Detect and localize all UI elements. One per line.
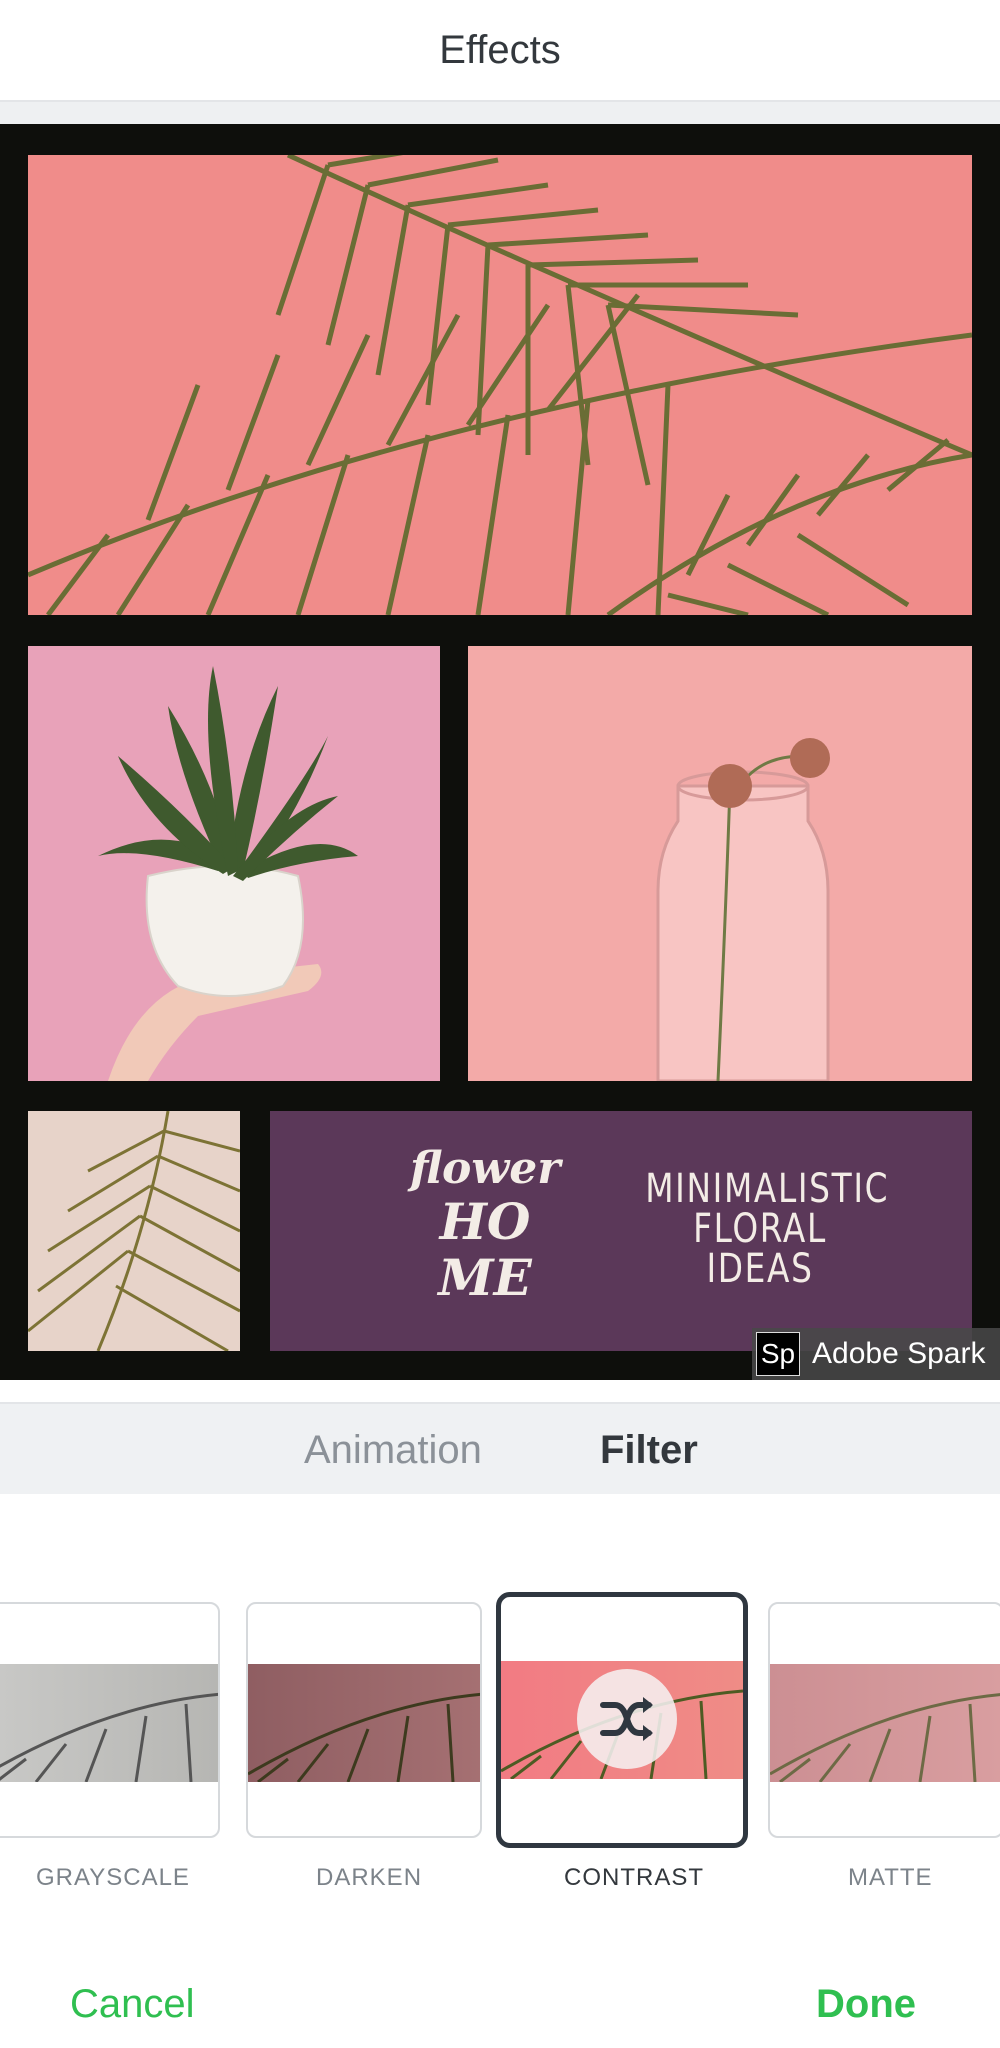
filter-label: GRAYSCALE bbox=[36, 1864, 190, 1891]
shuffle-icon[interactable] bbox=[577, 1669, 677, 1769]
divider bbox=[0, 1380, 1000, 1402]
done-button[interactable]: Done bbox=[816, 1982, 916, 2027]
filter-list[interactable]: GRAYSCALE DARKEN CONTRAST MATTE bbox=[0, 1592, 1000, 1892]
filter-matte[interactable] bbox=[768, 1602, 1000, 1838]
filter-label: DARKEN bbox=[316, 1864, 423, 1891]
tab-animation[interactable]: Animation bbox=[304, 1428, 482, 1473]
promo-text-block[interactable]: flower HO ME MINIMALISTIC FLORAL IDEAS bbox=[270, 1111, 972, 1351]
glass-jar-photo[interactable] bbox=[468, 646, 972, 1081]
effects-tabs: Animation Filter bbox=[0, 1402, 1000, 1494]
spark-logo-icon: Sp bbox=[756, 1332, 800, 1376]
cancel-button[interactable]: Cancel bbox=[70, 1982, 195, 2027]
filter-preview bbox=[770, 1664, 1000, 1784]
filter-label: MATTE bbox=[848, 1864, 933, 1891]
script-text: flower HO ME bbox=[410, 1143, 561, 1307]
adobe-spark-badge: Sp Adobe Spark bbox=[752, 1328, 1000, 1380]
badge-label: Adobe Spark bbox=[812, 1337, 986, 1370]
tab-filter[interactable]: Filter bbox=[600, 1428, 698, 1473]
palm-leaves-photo[interactable] bbox=[28, 155, 972, 615]
divider bbox=[0, 102, 1000, 124]
palm-leaf-photo[interactable] bbox=[28, 1111, 240, 1351]
filter-grayscale[interactable] bbox=[0, 1602, 220, 1838]
filter-darken[interactable] bbox=[246, 1602, 482, 1838]
header-bar: Effects bbox=[0, 0, 1000, 102]
collage-canvas[interactable]: flower HO ME MINIMALISTIC FLORAL IDEAS S… bbox=[0, 124, 1000, 1380]
potted-plant-photo[interactable] bbox=[28, 646, 440, 1081]
filter-label: CONTRAST bbox=[564, 1864, 704, 1891]
filter-contrast[interactable] bbox=[496, 1592, 748, 1848]
page-title: Effects bbox=[439, 27, 561, 72]
headline-text: MINIMALISTIC FLORAL IDEAS bbox=[645, 1166, 890, 1292]
filter-preview bbox=[0, 1664, 218, 1783]
filter-preview bbox=[248, 1664, 480, 1784]
